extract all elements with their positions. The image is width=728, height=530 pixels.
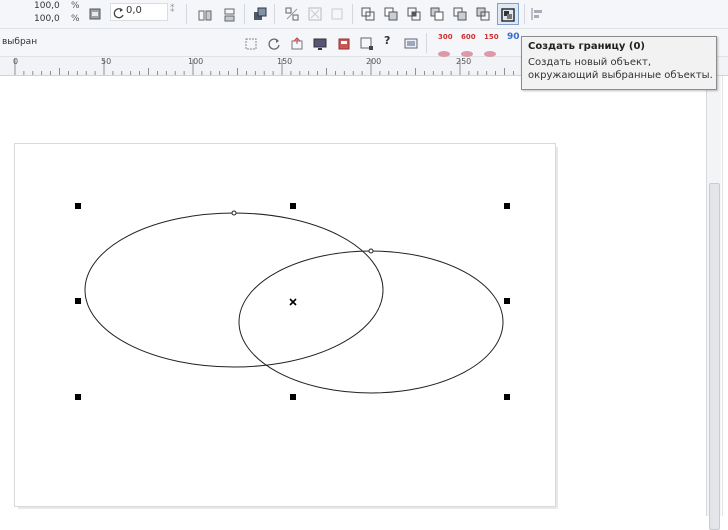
resolution-300-button[interactable]: 300 — [438, 33, 453, 41]
screen-icon[interactable] — [404, 36, 418, 50]
weld-icon[interactable] — [361, 6, 375, 21]
mirror-horizontal-icon[interactable] — [198, 7, 212, 21]
lips-icon — [437, 43, 451, 57]
create-boundary-button[interactable] — [497, 3, 519, 25]
ruler-label: 50 — [101, 57, 112, 66]
rotate-icon — [112, 5, 126, 19]
help-icon[interactable]: ? — [384, 34, 398, 48]
ruler-label: 0 — [13, 57, 19, 66]
separator — [244, 4, 245, 24]
scale-y-value[interactable]: 100,0 — [34, 14, 60, 24]
monitor-icon[interactable] — [313, 36, 327, 50]
lips-icon — [460, 43, 474, 57]
separator — [524, 4, 525, 24]
rotation-value[interactable]: 0,0 — [126, 5, 142, 16]
resolution-90-button[interactable]: 90 — [507, 32, 520, 42]
scale-x-value[interactable]: 100,0 — [34, 1, 60, 11]
separator — [186, 4, 187, 24]
simplify-icon[interactable] — [430, 6, 444, 21]
vertical-scrollbar[interactable] — [706, 76, 721, 530]
vertical-scroll-thumb[interactable] — [709, 183, 720, 530]
import-icon[interactable] — [244, 36, 258, 50]
scale-x-unit: % — [71, 1, 80, 11]
ruler-label: 100 — [188, 57, 204, 66]
ruler-label: 250 — [456, 57, 472, 66]
lock-ratio-icon[interactable] — [88, 6, 102, 20]
intersect-icon[interactable] — [407, 6, 421, 21]
separator — [352, 4, 353, 24]
scale-y-unit: % — [71, 14, 80, 24]
mirror-vertical-icon[interactable] — [222, 7, 236, 22]
vertical-ruler-edge — [722, 76, 728, 516]
tooltip: Создать границу (0) Создать новый объект… — [521, 36, 717, 90]
property-bar: 100,0 % 100,0 % 0,0 ⁑ — [0, 0, 728, 29]
export-icon[interactable] — [290, 36, 304, 50]
align-icon[interactable] — [530, 6, 544, 20]
create-boundary-icon — [501, 7, 515, 22]
trim-icon[interactable] — [384, 6, 398, 21]
tooltip-title: Создать границу (0) — [528, 41, 646, 52]
arrange-icon[interactable] — [308, 6, 322, 21]
spin-arrows-icon[interactable]: ⁑ — [170, 5, 184, 19]
ruler-label: 150 — [277, 57, 293, 66]
order-icon[interactable] — [330, 6, 344, 20]
ruler-label: 200 — [366, 57, 382, 66]
separator — [274, 4, 275, 24]
separator — [426, 33, 427, 53]
publish-icon[interactable] — [337, 36, 351, 50]
group-icon[interactable] — [253, 6, 267, 20]
align-distribute-icon[interactable] — [285, 6, 299, 21]
selection-status: выбран — [2, 37, 38, 47]
print-preview-icon[interactable] — [360, 36, 374, 50]
resolution-600-button[interactable]: 600 — [461, 33, 476, 41]
lips-icon — [483, 43, 497, 57]
document-page[interactable] — [14, 143, 556, 507]
front-minus-back-icon[interactable] — [453, 6, 467, 21]
refresh-icon[interactable] — [267, 36, 281, 50]
back-minus-front-icon[interactable] — [476, 6, 490, 21]
tooltip-description: Создать новый объект, окружающий выбранн… — [528, 57, 713, 81]
resolution-150-button[interactable]: 150 — [484, 33, 499, 41]
